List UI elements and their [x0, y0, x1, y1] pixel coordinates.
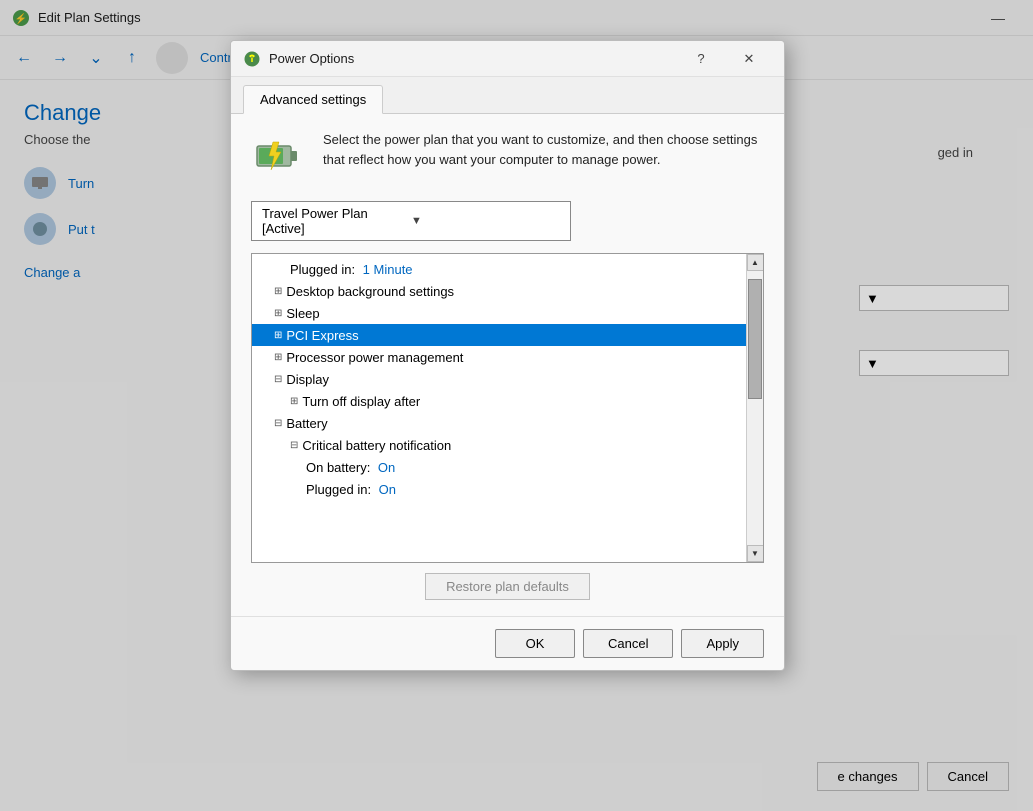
scroll-up-button[interactable]: ▲: [747, 254, 764, 271]
bg-setting-2-label: Put t: [68, 222, 95, 237]
tree-label: Plugged in:: [306, 482, 375, 497]
dialog-close-button[interactable]: ✕: [726, 41, 772, 77]
tree-row[interactable]: Plugged in: On: [252, 478, 746, 500]
tab-advanced-settings[interactable]: Advanced settings: [243, 85, 383, 114]
dialog-footer: OK Cancel Apply: [231, 616, 784, 670]
tree-label: Critical battery notification: [302, 438, 451, 453]
scroll-track[interactable]: [747, 271, 763, 545]
tree-row-critical-battery[interactable]: ⊟ Critical battery notification: [252, 434, 746, 456]
up-button[interactable]: ↑: [116, 42, 148, 74]
plan-dropdown-value: Travel Power Plan [Active]: [262, 206, 411, 236]
bg-cancel-button[interactable]: Cancel: [927, 762, 1009, 791]
panel-right-label: ged in: [938, 145, 973, 160]
expand-icon: ⊞: [274, 330, 282, 341]
power-options-dialog: Power Options ? ✕ Advanced settings: [230, 40, 785, 671]
tree-label: On battery:: [306, 460, 374, 475]
tree-row[interactable]: ⊞ Processor power management: [252, 346, 746, 368]
tree-row[interactable]: ⊞ Sleep: [252, 302, 746, 324]
tree-row[interactable]: ⊞ Desktop background settings: [252, 280, 746, 302]
display-icon: [24, 167, 56, 199]
tree-row-battery[interactable]: ⊟ Battery: [252, 412, 746, 434]
bg-bottom-buttons: e changes Cancel: [817, 762, 1009, 791]
dialog-titlebar: Power Options ? ✕: [231, 41, 784, 77]
expand-icon: ⊞: [290, 396, 298, 407]
settings-tree: Plugged in: 1 Minute ⊞ Desktop backgroun…: [251, 253, 764, 563]
tree-row[interactable]: On battery: On: [252, 456, 746, 478]
dialog-content: Select the power plan that you want to c…: [231, 114, 784, 616]
tree-row-turn-off-display[interactable]: ⊞ Turn off display after: [252, 390, 746, 412]
tree-label: Sleep: [286, 306, 319, 321]
expand-icon: ⊞: [274, 286, 282, 297]
dropdown-button[interactable]: ⌄: [80, 42, 112, 74]
bg-save-button[interactable]: e changes: [817, 762, 919, 791]
dialog-help-button[interactable]: ?: [678, 41, 724, 77]
power-icon-area: [251, 130, 307, 185]
tree-row[interactable]: Plugged in: 1 Minute: [252, 258, 746, 280]
bg-change-link[interactable]: Change a: [24, 265, 80, 280]
nav-icon: [156, 42, 188, 74]
tree-label: Display: [286, 372, 329, 387]
tree-content: Plugged in: 1 Minute ⊞ Desktop backgroun…: [252, 254, 746, 562]
forward-button[interactable]: →: [44, 42, 76, 74]
tree-label: PCI Express: [286, 328, 358, 343]
chevron-down-icon: ▼: [411, 215, 560, 227]
expand-icon: ⊟: [274, 418, 282, 429]
scroll-down-button[interactable]: ▼: [747, 545, 764, 562]
intro-text: Select the power plan that you want to c…: [323, 130, 764, 169]
dialog-title: Power Options: [269, 51, 354, 66]
bg-setting-1-label: Turn: [68, 176, 94, 191]
tree-value: 1 Minute: [363, 262, 413, 277]
dialog-window-icon: [243, 50, 261, 68]
tree-label: Desktop background settings: [286, 284, 454, 299]
plan-dropdown[interactable]: Travel Power Plan [Active] ▼: [251, 201, 571, 241]
tree-label: Plugged in:: [290, 262, 359, 277]
bg-window-icon: ⚡: [12, 9, 30, 27]
bg-window-title: Edit Plan Settings: [38, 10, 141, 25]
intro-row: Select the power plan that you want to c…: [251, 130, 764, 185]
bg-titlebar: ⚡ Edit Plan Settings —: [0, 0, 1033, 36]
expand-icon: ⊞: [274, 308, 282, 319]
minimize-button[interactable]: —: [975, 0, 1021, 36]
apply-button[interactable]: Apply: [681, 629, 764, 658]
tree-label: Turn off display after: [302, 394, 420, 409]
ok-button[interactable]: OK: [495, 629, 575, 658]
sleep-icon: [24, 213, 56, 245]
dialog-tabs: Advanced settings: [231, 77, 784, 114]
bg-dropdown-1[interactable]: ▼: [859, 285, 1009, 311]
bg-dropdown-2[interactable]: ▼: [859, 350, 1009, 376]
tree-row-display[interactable]: ⊟ Display: [252, 368, 746, 390]
svg-text:⚡: ⚡: [15, 12, 27, 25]
tree-row-pci-express[interactable]: ⊞ PCI Express: [252, 324, 746, 346]
power-plan-icon: [251, 130, 303, 182]
restore-plan-defaults-button[interactable]: Restore plan defaults: [425, 573, 590, 600]
dialog-title-buttons: ? ✕: [678, 41, 772, 77]
scroll-thumb[interactable]: [748, 279, 762, 399]
expand-icon: ⊟: [274, 374, 282, 385]
back-button[interactable]: ←: [8, 42, 40, 74]
tree-label: Battery: [286, 416, 327, 431]
dialog-body: Advanced settings: [231, 77, 784, 670]
cancel-button[interactable]: Cancel: [583, 629, 673, 658]
tree-value: On: [379, 482, 396, 497]
tree-scrollbar[interactable]: ▲ ▼: [746, 254, 763, 562]
tree-value: On: [378, 460, 395, 475]
expand-icon: ⊟: [290, 440, 298, 451]
tree-label: Processor power management: [286, 350, 463, 365]
expand-icon: ⊞: [274, 352, 282, 363]
